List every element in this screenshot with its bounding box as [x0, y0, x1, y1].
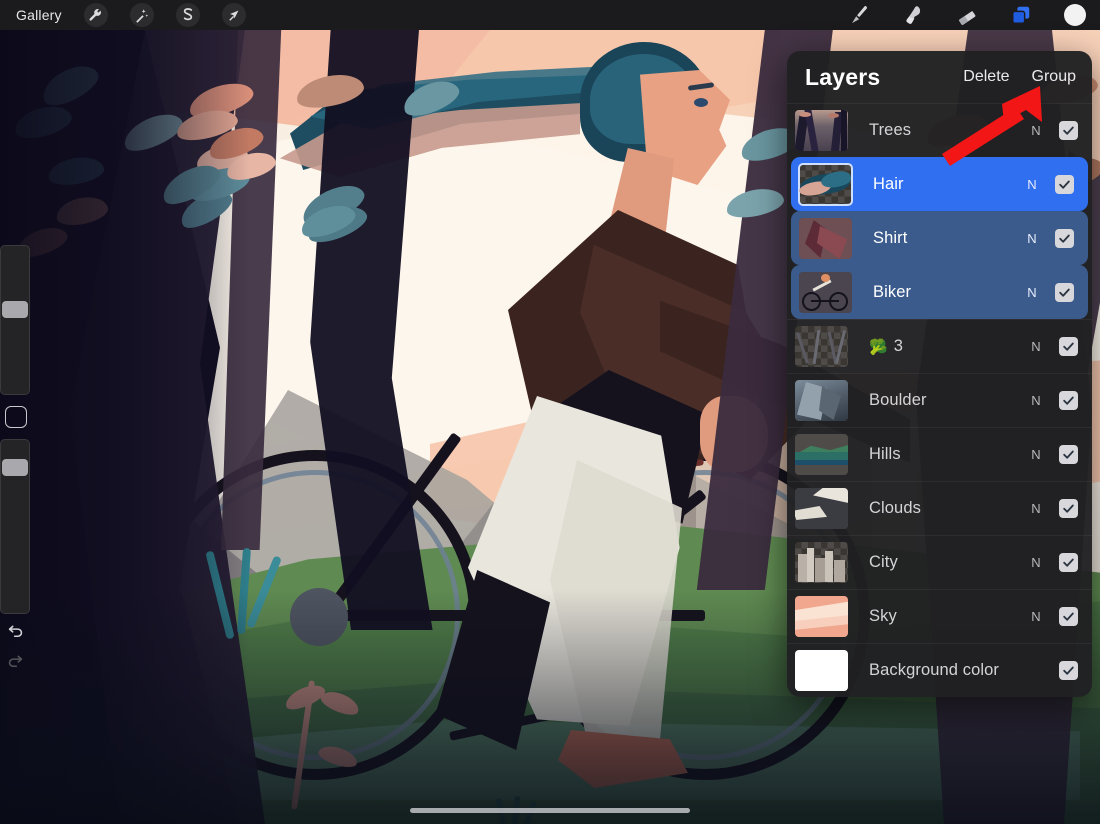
- top-toolbar-right-group: [820, 3, 1100, 27]
- layer-name-text: Hair: [873, 175, 904, 194]
- paintbrush-icon[interactable]: [844, 3, 874, 27]
- layer-name-text: Sky: [869, 607, 897, 626]
- layer-visibility-checkbox[interactable]: [1059, 607, 1078, 626]
- layer-visibility-checkbox[interactable]: [1059, 337, 1078, 356]
- layer-row[interactable]: Clouds N: [787, 481, 1092, 535]
- s-curve-icon[interactable]: [176, 3, 200, 27]
- layer-row[interactable]: Boulder N: [787, 373, 1092, 427]
- delete-button[interactable]: Delete: [963, 68, 1009, 86]
- layer-blend-mode[interactable]: N: [1023, 339, 1049, 354]
- layers-panel: Layers Delete Group TreesNHairNShirtNBik…: [787, 51, 1092, 697]
- layer-name[interactable]: Hills: [869, 445, 1023, 464]
- layer-blend-mode[interactable]: N: [1019, 177, 1045, 192]
- color-circle-icon[interactable]: [1064, 4, 1086, 26]
- brush-size-slider[interactable]: [0, 245, 30, 395]
- layer-blend-mode[interactable]: N: [1019, 285, 1045, 300]
- eraser-icon[interactable]: [952, 3, 982, 27]
- layer-thumbnail[interactable]: [795, 110, 848, 151]
- layer-row[interactable]: City N: [787, 535, 1092, 589]
- layer-thumbnail[interactable]: [799, 164, 852, 205]
- opacity-slider[interactable]: [0, 439, 30, 614]
- layer-visibility-checkbox[interactable]: [1059, 391, 1078, 410]
- brush-size-slider-thumb[interactable]: [2, 301, 28, 318]
- layer-row[interactable]: Hair N: [791, 157, 1088, 211]
- layer-name-text: Shirt: [873, 229, 907, 248]
- layer-emoji-icon: 🥦: [869, 338, 888, 356]
- redo-icon[interactable]: [0, 648, 30, 674]
- magic-wand-icon[interactable]: [130, 3, 154, 27]
- layer-blend-mode[interactable]: N: [1023, 501, 1049, 516]
- arrow-pointer-icon[interactable]: [222, 3, 246, 27]
- layer-blend-mode[interactable]: N: [1023, 393, 1049, 408]
- layer-visibility-checkbox[interactable]: [1059, 661, 1078, 680]
- layer-visibility-checkbox[interactable]: [1059, 499, 1078, 518]
- layer-name[interactable]: Sky: [869, 607, 1023, 626]
- layer-visibility-checkbox[interactable]: [1055, 175, 1074, 194]
- layer-row[interactable]: Hills N: [787, 427, 1092, 481]
- layer-name[interactable]: Hair: [873, 175, 1019, 194]
- layers-panel-header: Layers Delete Group: [787, 51, 1092, 103]
- layer-name-text: Boulder: [869, 391, 927, 410]
- layer-name[interactable]: Boulder: [869, 391, 1023, 410]
- opacity-slider-thumb[interactable]: [2, 459, 28, 476]
- layer-name[interactable]: Trees: [869, 121, 1023, 140]
- smudge-finger-icon[interactable]: [898, 3, 928, 27]
- layer-visibility-checkbox[interactable]: [1055, 229, 1074, 248]
- layer-name[interactable]: Background color: [869, 661, 1023, 680]
- layer-row[interactable]: Biker N: [791, 265, 1088, 319]
- layer-name[interactable]: 🥦3: [869, 337, 1023, 356]
- layers-list: TreesNHairNShirtNBikerN🥦3NBoulderNHillsN…: [787, 103, 1092, 697]
- layers-panel-title: Layers: [805, 64, 880, 91]
- layer-thumbnail[interactable]: [799, 218, 852, 259]
- layer-name-text: Biker: [873, 283, 911, 302]
- layer-name-text: Trees: [869, 121, 911, 140]
- layer-visibility-checkbox[interactable]: [1055, 283, 1074, 302]
- layer-thumbnail[interactable]: [795, 488, 848, 529]
- layer-visibility-checkbox[interactable]: [1059, 121, 1078, 140]
- layer-name-text: Hills: [869, 445, 901, 464]
- layer-row[interactable]: Sky N: [787, 589, 1092, 643]
- layer-name-text: City: [869, 553, 898, 572]
- layer-thumbnail[interactable]: [795, 326, 848, 367]
- layers-panel-actions: Delete Group: [963, 68, 1076, 86]
- layer-name[interactable]: Clouds: [869, 499, 1023, 518]
- layer-name-text: 3: [894, 337, 903, 356]
- square-modify-button[interactable]: [5, 406, 27, 428]
- layer-row[interactable]: Shirt N: [791, 211, 1088, 265]
- layer-blend-mode[interactable]: N: [1023, 609, 1049, 624]
- home-indicator: [410, 808, 690, 813]
- layer-name[interactable]: Shirt: [873, 229, 1019, 248]
- layer-name-text: Background color: [869, 661, 999, 680]
- left-sidebar: [0, 245, 32, 674]
- layer-blend-mode[interactable]: N: [1023, 555, 1049, 570]
- gallery-button[interactable]: Gallery: [16, 7, 62, 23]
- layer-visibility-checkbox[interactable]: [1059, 553, 1078, 572]
- layer-visibility-checkbox[interactable]: [1059, 445, 1078, 464]
- layer-row[interactable]: Background color: [787, 643, 1092, 697]
- layer-thumbnail[interactable]: [795, 434, 848, 475]
- layer-blend-mode[interactable]: N: [1023, 123, 1049, 138]
- layer-thumbnail[interactable]: [795, 650, 848, 691]
- layer-thumbnail[interactable]: [795, 596, 848, 637]
- layer-name[interactable]: Biker: [873, 283, 1019, 302]
- layer-thumbnail[interactable]: [799, 272, 852, 313]
- undo-icon[interactable]: [0, 618, 30, 644]
- layers-stack-icon[interactable]: [1006, 3, 1036, 27]
- top-toolbar: Gallery: [0, 0, 1100, 30]
- layer-row[interactable]: Trees N: [787, 103, 1092, 157]
- layer-blend-mode[interactable]: N: [1023, 447, 1049, 462]
- layer-thumbnail[interactable]: [795, 542, 848, 583]
- wrench-icon[interactable]: [84, 3, 108, 27]
- procreate-canvas-screen: Gallery: [0, 0, 1100, 824]
- layer-row[interactable]: 🥦3N: [787, 319, 1092, 373]
- layer-name[interactable]: City: [869, 553, 1023, 572]
- group-button[interactable]: Group: [1032, 68, 1076, 86]
- layer-thumbnail[interactable]: [795, 380, 848, 421]
- layer-name-text: Clouds: [869, 499, 921, 518]
- layer-blend-mode[interactable]: N: [1019, 231, 1045, 246]
